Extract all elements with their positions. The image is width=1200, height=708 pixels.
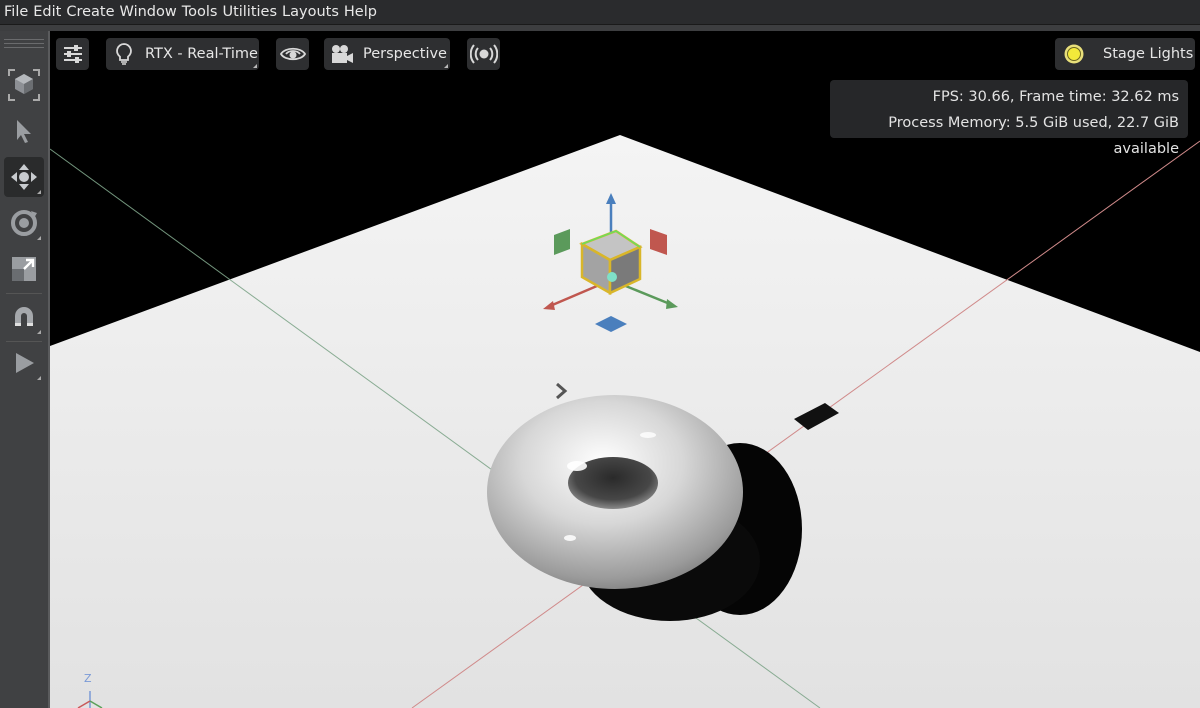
scale-button[interactable]	[4, 249, 44, 289]
viewport-settings-button[interactable]	[56, 38, 89, 70]
toolbar-divider	[6, 341, 42, 342]
select-mode-button[interactable]	[4, 65, 44, 105]
snap-button[interactable]	[4, 297, 44, 337]
scale-icon	[12, 257, 36, 281]
rotate-icon	[11, 210, 37, 236]
viewport[interactable]: Z RTX - Real-Time Perspective Stage Ligh…	[50, 31, 1200, 708]
broadcast-button[interactable]	[467, 38, 500, 70]
select-button[interactable]	[4, 111, 44, 151]
lighting-label: Stage Lights	[1103, 46, 1194, 62]
settings-sliders-icon	[63, 45, 82, 63]
left-toolbar	[0, 31, 50, 708]
menu-help[interactable]: Help	[339, 0, 377, 24]
lightbulb-icon	[109, 43, 139, 65]
menu-layouts[interactable]: Layouts	[277, 0, 339, 24]
toolbar-divider	[6, 293, 42, 294]
render-mode-button[interactable]: RTX - Real-Time	[106, 38, 259, 70]
fps-readout: FPS: 30.66, Frame time: 32.62 ms	[932, 89, 1179, 105]
stats-overlay: FPS: 30.66, Frame time: 32.62 ms Process…	[830, 80, 1188, 157]
move-icon	[11, 164, 37, 190]
broadcast-icon	[469, 44, 498, 64]
render-mode-label: RTX - Real-Time	[145, 46, 258, 62]
menu-utilities[interactable]: Utilities	[217, 0, 277, 24]
move-button[interactable]	[4, 157, 44, 197]
visibility-button[interactable]	[276, 38, 309, 70]
rotate-button[interactable]	[4, 203, 44, 243]
play-button[interactable]	[4, 343, 44, 383]
camera-label: Perspective	[363, 46, 447, 62]
snap-magnet-icon	[15, 307, 33, 326]
menu-tools[interactable]: Tools	[177, 0, 218, 24]
menu-edit[interactable]: Edit	[28, 0, 61, 24]
menu-create[interactable]: Create	[61, 0, 114, 24]
lighting-button[interactable]: Stage Lights	[1055, 38, 1195, 70]
camera-icon	[327, 44, 357, 64]
memory-readout: Process Memory: 5.5 GiB used, 22.7 GiB a…	[888, 115, 1179, 157]
sun-icon	[1057, 42, 1091, 66]
eye-icon	[279, 47, 306, 61]
menu-file[interactable]: File	[0, 0, 28, 24]
play-icon	[16, 353, 34, 373]
select-arrow-icon	[17, 120, 31, 143]
menu-window[interactable]: Window	[115, 0, 177, 24]
menu-bar: File Edit Create Window Tools Utilities …	[0, 0, 1200, 25]
axis-z-label: Z	[84, 672, 92, 685]
select-mode-icon	[8, 69, 40, 101]
toolbar-grip[interactable]	[4, 39, 44, 51]
camera-button[interactable]: Perspective	[324, 38, 450, 70]
